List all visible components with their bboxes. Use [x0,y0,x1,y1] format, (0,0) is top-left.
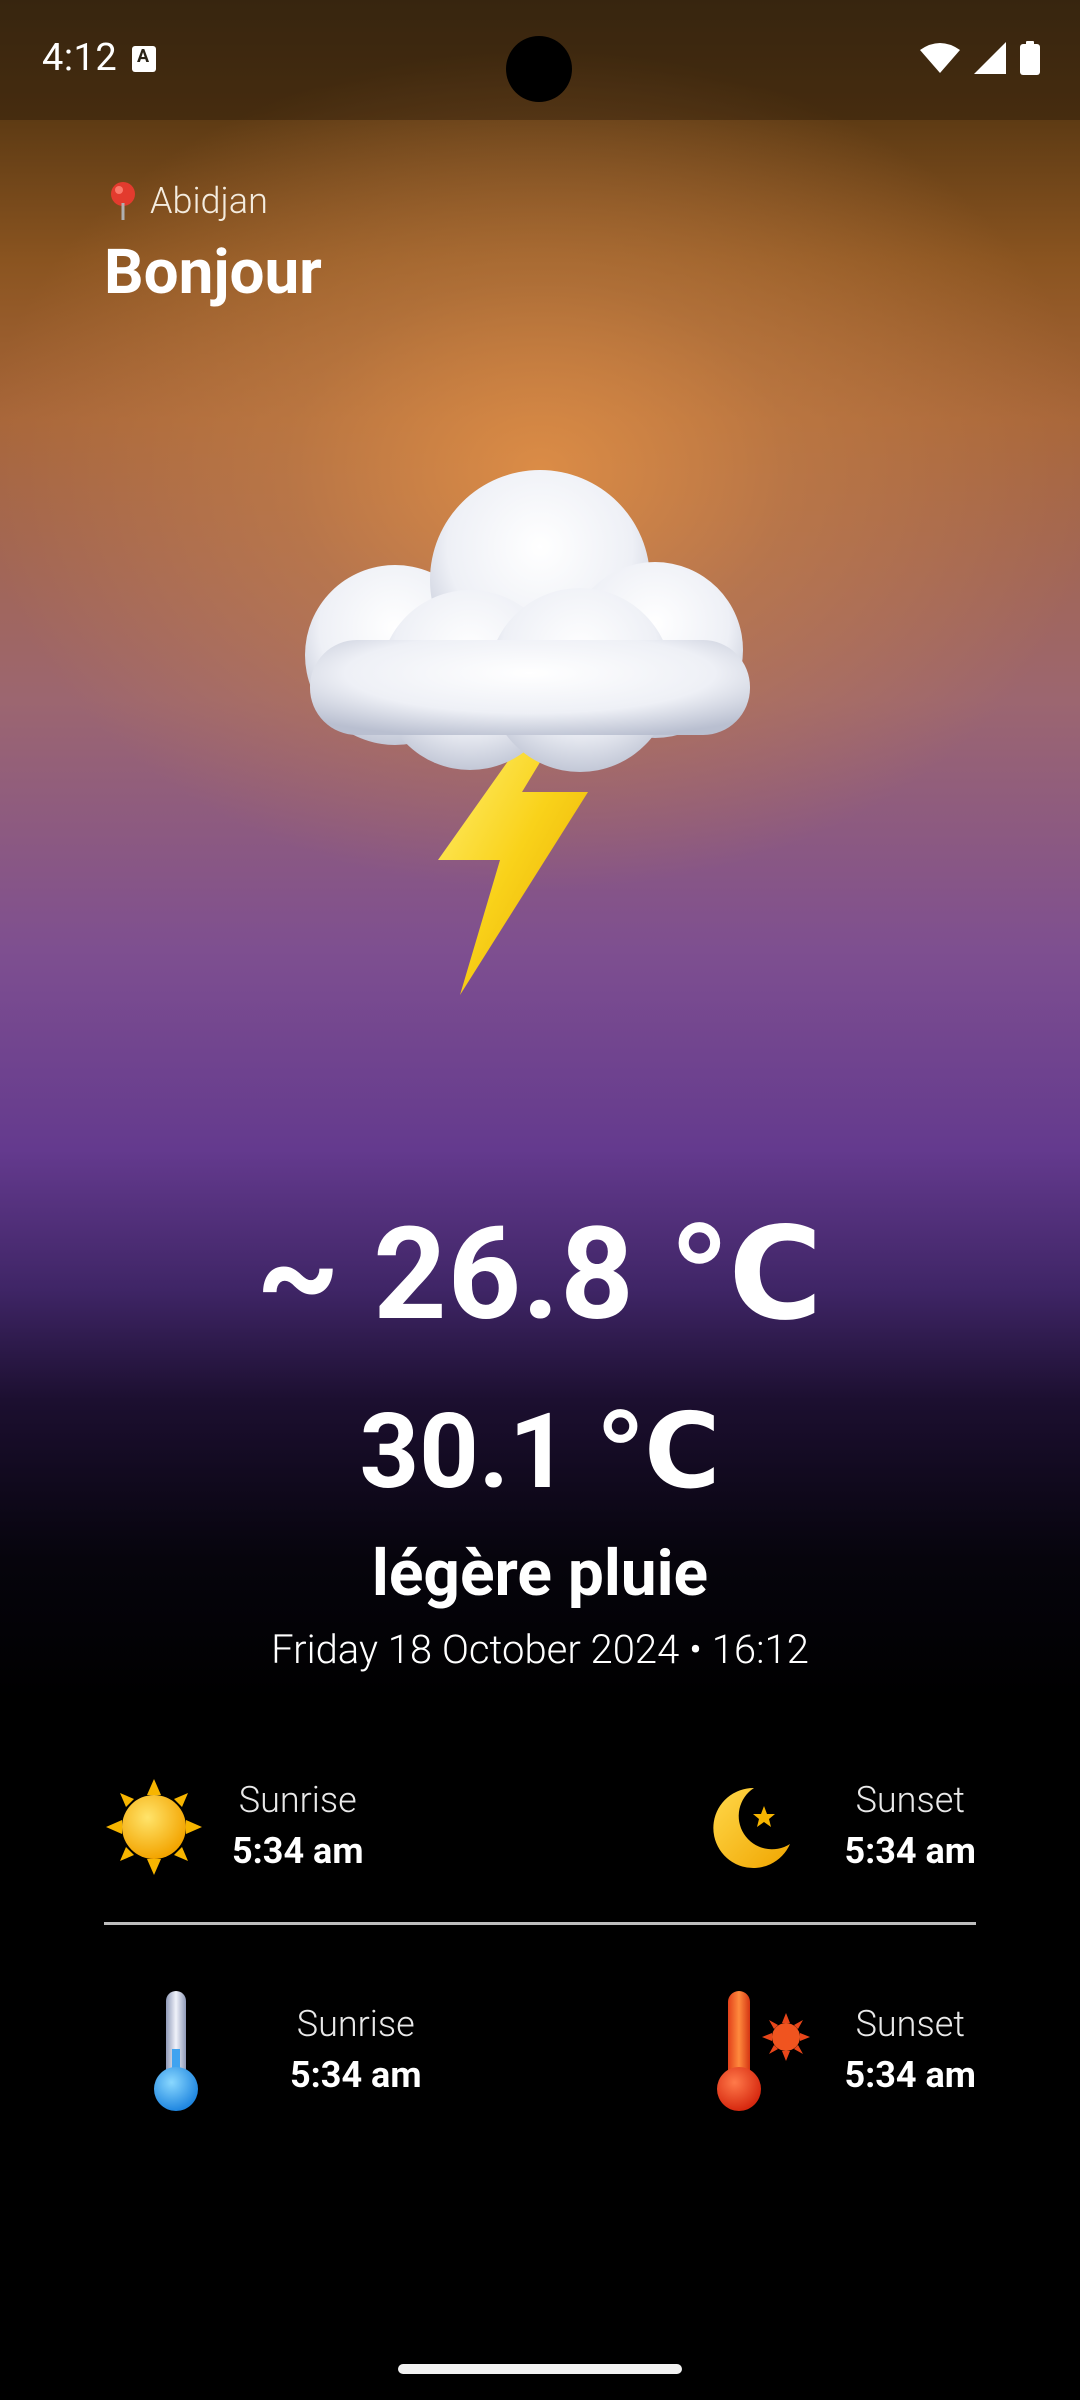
cold-thermometer-icon [154,1991,198,2111]
sunrise-label: Sunrise [238,1779,357,1821]
thunderstorm-cloud-icon [305,470,750,995]
system-icons [920,40,1040,76]
max-temp-item: Sunset 5:34 am [714,1986,976,2116]
navigation-handle[interactable] [398,2364,682,2374]
min-temp-value: 5:34 am [290,2054,422,2096]
battery-icon [1020,41,1040,75]
location-label: Abidjan [150,180,268,222]
sunrise-item: Sunrise 5:34 am [104,1762,364,1892]
weather-screen: 4:12 Abidjan Bonjour [0,0,1080,2400]
min-temp-item: Sunrise 5:34 am [104,1986,422,2116]
status-time: 4:12 [42,36,118,80]
camera-cutout [506,36,572,102]
hot-thermometer-icon [717,1991,811,2111]
sun-times-row: Sunrise 5:34 am Sunset 5:34 am [104,1762,976,1892]
cell-signal-icon [974,42,1006,74]
status-bar: 4:12 [0,0,1080,120]
moon-icon [713,1787,791,1868]
map-pin-icon [111,182,135,220]
max-temp-value: 5:34 am [844,2054,976,2096]
feels-like-temperature: 30.1 ℃ [359,1392,721,1513]
current-temperature: ~ 26.8 ℃ [256,1200,824,1350]
sunrise-value: 5:34 am [232,1830,364,1872]
date-time: Friday 18 October 2024 • 16:12 [271,1626,809,1673]
greeting-title: Bonjour [104,236,322,309]
divider [104,1922,976,1925]
sunset-item: Sunset 5:34 am [708,1762,976,1892]
weather-condition: légère pluie [371,1536,709,1611]
max-temp-label: Sunset [855,2003,965,2045]
wifi-icon [920,43,960,73]
min-temp-label: Sunrise [296,2003,415,2045]
sunset-value: 5:34 am [844,1830,976,1872]
notification-icon [132,46,156,72]
location-row[interactable]: Abidjan [108,180,268,222]
sunset-label: Sunset [855,1779,965,1821]
sun-icon [106,1779,202,1875]
temperature-range-row: Sunrise 5:34 am Sunset 5:34 am [104,1986,976,2116]
